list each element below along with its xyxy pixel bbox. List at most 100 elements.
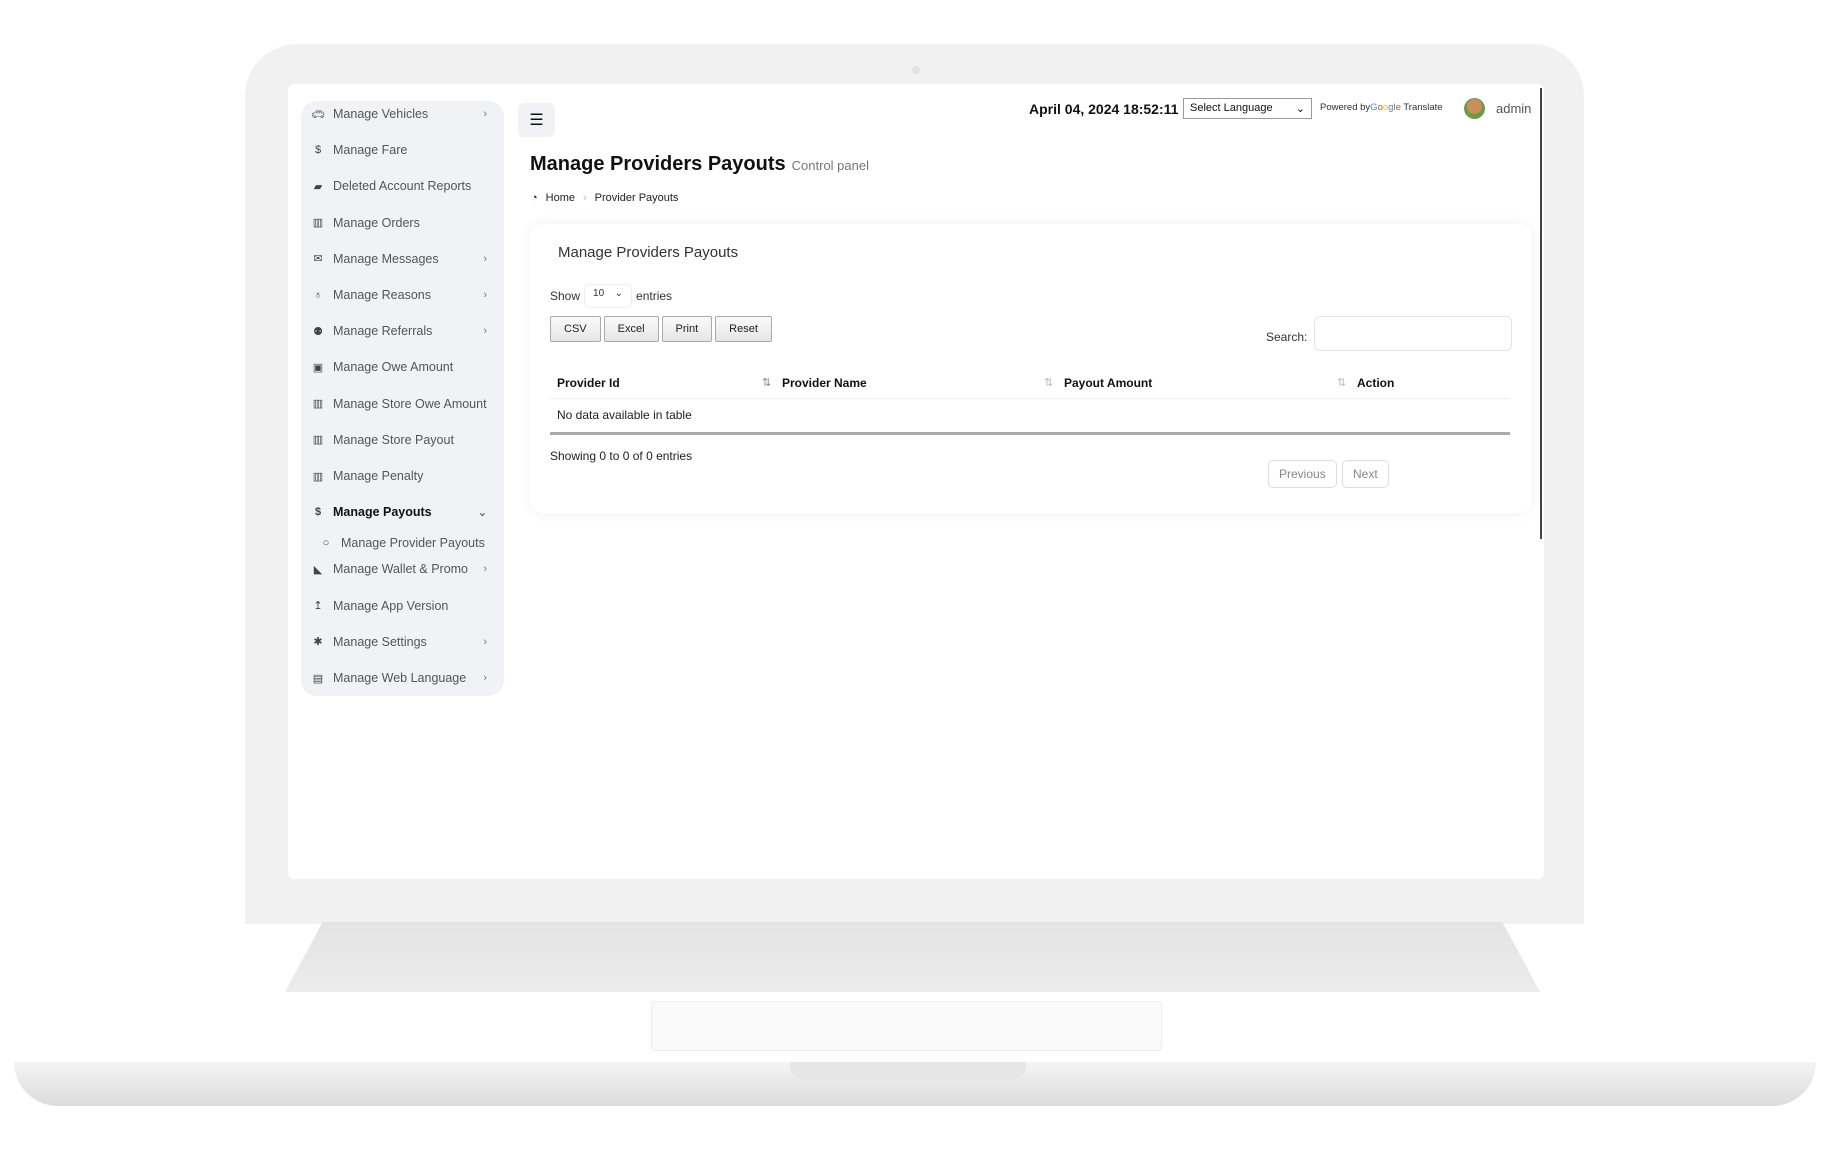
sidebar-item-label: Manage Fare [333,143,408,158]
sidebar-item-label: Manage App Version [333,598,449,613]
sidebar-item[interactable]: ▥ Manage Penalty [309,464,497,488]
entries-label: entries [636,289,673,303]
sidebar-item[interactable]: 🚗︎ Manage Vehicles › [309,102,497,126]
google-logo: Google [1370,102,1401,113]
money-icon: ▣ [312,361,324,374]
reset-button[interactable]: Reset [715,316,772,342]
sort-asc-icon[interactable]: ⇅ [762,376,771,389]
breadcrumb-separator: › [583,192,587,204]
entries-length: Show 10 ⌄ entries [550,284,672,308]
sidebar-item[interactable]: ◣ Manage Wallet & Promo › [309,557,497,581]
dollar-icon: $ [314,144,322,157]
previous-button[interactable]: Previous [1268,460,1337,488]
column-provider-id[interactable]: Provider Id [557,376,620,390]
upload-icon: ↥ [313,600,323,613]
column-payout-amount[interactable]: Payout Amount [1064,376,1152,390]
sidebar-item[interactable]: ▥ Manage Store Owe Amount [309,392,497,416]
sidebar-item[interactable]: ▥ Manage Orders [309,211,497,235]
page-title: Manage Providers Payouts Control panel [530,153,869,176]
sidebar-item[interactable]: ▰ Deleted Account Reports [309,174,497,198]
car-icon: 🚗︎ [311,108,325,121]
sidebar-item[interactable]: ✱ Manage Settings › [309,630,497,654]
page-title-text: Manage Providers Payouts [530,153,786,175]
translate-text: Translate [1403,102,1443,113]
sidebar-item[interactable]: ↥ Manage App Version [309,594,497,618]
sidebar-item[interactable]: ▣ Manage Owe Amount [309,355,497,379]
menu-toggle-button[interactable]: ☰ [518,103,555,137]
sidebar-item-label: Manage Vehicles [333,107,429,121]
sidebar-item[interactable]: ▥ Manage Store Payout [309,428,497,452]
table-info: Showing 0 to 0 of 0 entries [550,449,693,463]
chevron-right-icon: › [483,635,487,648]
breadcrumb-home[interactable]: Home [546,192,575,204]
sidebar-item-label: Manage Wallet & Promo [333,562,469,577]
card-title: Manage Providers Payouts [558,244,739,261]
search-input[interactable] [1314,316,1512,351]
sidebar-item-label: Manage Store Owe Amount [333,396,487,411]
laptop-trackpad [651,1001,1162,1051]
powered-by-text: Powered by [1320,102,1371,113]
sidebar-item[interactable]: ♁ Manage Reasons › [309,283,497,307]
csv-button[interactable]: CSV [550,316,601,342]
map-icon: ▥ [312,470,324,483]
sidebar-item[interactable]: $ Manage Payouts ⌄ [309,500,497,524]
sidebar-item-label: Manage Payouts [333,505,432,520]
sidebar-item[interactable]: ⚉ Manage Referrals › [309,319,497,343]
laptop-notch [790,1062,1026,1080]
sidebar-item-label: Manage Web Language [333,671,467,685]
sidebar-item-label: Manage Settings [333,634,427,649]
camera [912,66,920,74]
map-icon: ▥ [312,434,324,447]
user-name[interactable]: admin [1496,101,1531,116]
sidebar-item-label: Manage Messages [333,251,439,266]
chevron-right-icon: › [483,672,487,684]
language-select[interactable]: Select Language ⌄ [1183,98,1312,119]
sidebar-item-label: Deleted Account Reports [333,179,472,194]
language-select-value: Select Language [1190,102,1273,114]
sidebar-item-label: Manage Reasons [333,288,431,302]
entries-select[interactable]: 10 ⌄ [584,284,633,308]
sidebar-item[interactable]: ✉ Manage Messages › [309,247,497,271]
chevron-down-icon: ⌄ [477,506,487,519]
sidebar-item[interactable]: ▤ Manage Web Language › [309,666,497,690]
export-buttons: CSV Excel Print Reset [550,316,772,342]
chevron-right-icon: › [483,252,487,265]
sidebar-item-label: Manage Provider Payouts [341,536,485,551]
print-button[interactable]: Print [661,316,713,342]
empty-table-message: No data available in table [557,408,692,422]
gear-icon: ✱ [313,636,323,649]
lightbulb-icon: ♁ [313,289,323,301]
sort-icon[interactable]: ⇅ [1337,376,1346,389]
chevron-right-icon: › [483,289,487,301]
avatar[interactable] [1464,98,1485,119]
sort-icon[interactable]: ⇅ [1044,376,1053,389]
sidebar-item-label: Manage Store Payout [333,432,454,447]
entries-value: 10 [593,288,605,299]
chevron-right-icon: › [483,563,487,576]
envelope-icon: ✉ [313,253,323,266]
scrollbar[interactable] [1540,88,1542,539]
breadcrumb: ◔ Home › Provider Payouts [531,192,678,204]
screen: 🚗︎ Manage Vehicles › $ Manage Fare ▰ Deleted A… [288,84,1544,879]
breadcrumb-current: Provider Payouts [594,192,679,204]
sidebar-item-label: Manage Orders [333,215,420,230]
sidebar-item[interactable]: $ Manage Fare [309,138,497,162]
divider [550,398,1510,399]
sidebar-item[interactable]: ○ Manage Provider Payouts [317,531,505,555]
sidebar-item-label: Manage Owe Amount [333,360,454,375]
chevron-right-icon: › [483,108,487,120]
wallet-icon: ◣ [313,563,323,576]
dollar-icon: $ [314,506,322,519]
show-label: Show [550,289,581,303]
column-action: Action [1357,376,1395,390]
column-provider-name[interactable]: Provider Name [782,376,867,390]
excel-button[interactable]: Excel [603,316,659,342]
sidebar: 🚗︎ Manage Vehicles › $ Manage Fare ▰ Deleted A… [301,101,504,696]
next-button[interactable]: Next [1342,460,1389,488]
powered-by-google-translate[interactable]: Powered byGoogle Translate [1320,102,1443,113]
chevron-right-icon: › [483,325,487,338]
page-subtitle: Control panel [791,158,869,173]
payouts-card: Manage Providers Payouts Show 10 ⌄ entrie… [530,224,1532,513]
hamburger-icon: ☰ [529,112,544,129]
chevron-down-icon: ⌄ [1295,103,1305,115]
